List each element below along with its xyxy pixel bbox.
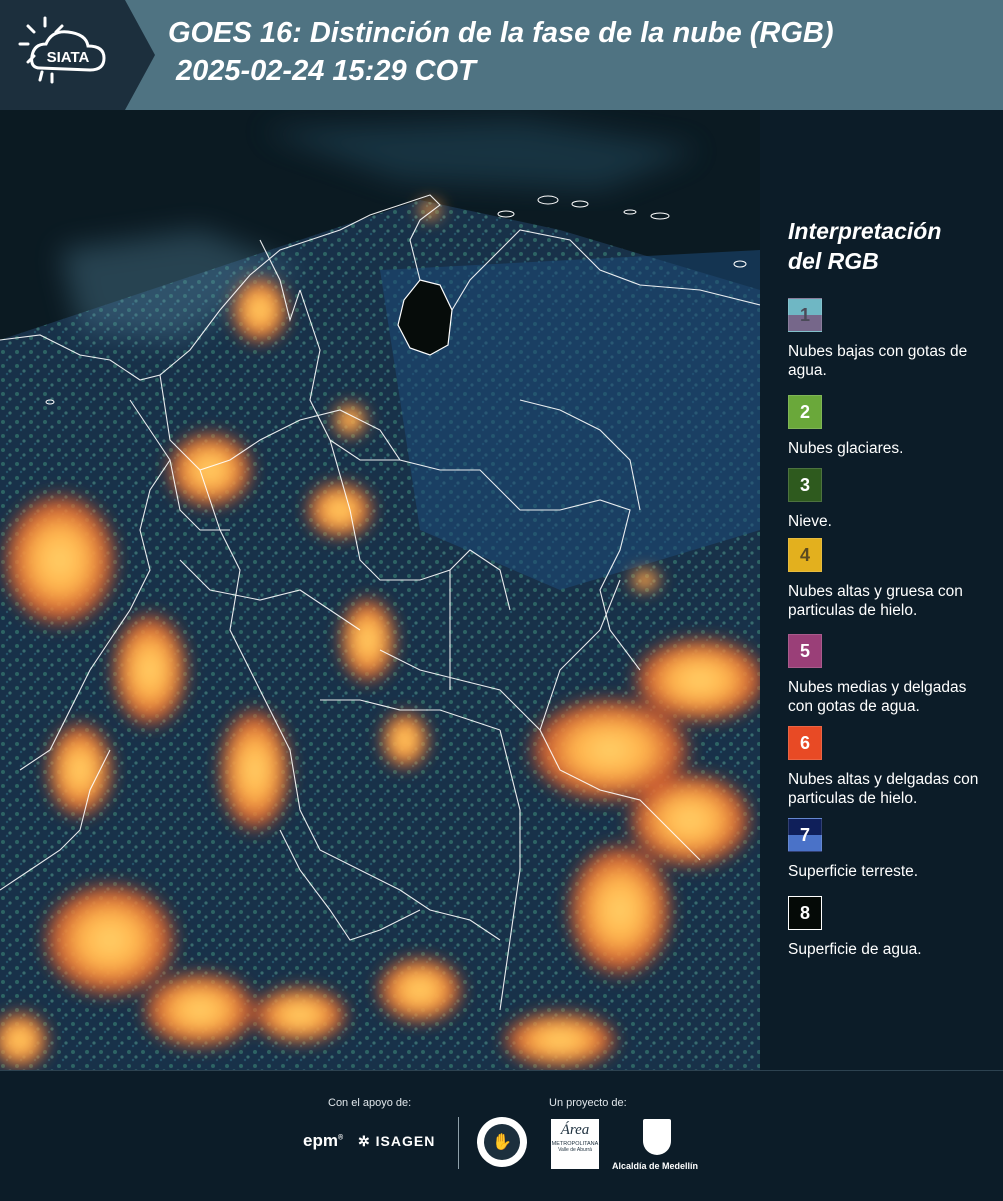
legend-label-3: Nieve. <box>788 513 832 530</box>
legend-title: Interpretación del RGB <box>788 216 941 276</box>
epm-logo-text: epm <box>303 1131 338 1150</box>
legend-swatch-7: 7 <box>788 818 822 852</box>
legend-number-2: 2 <box>799 401 810 422</box>
isagen-logo: ✲ ISAGEN <box>358 1133 435 1150</box>
legend-item-3: 3 Nieve. <box>788 468 988 531</box>
university-seal-icon: ✋ <box>477 1117 527 1167</box>
legend-swatch-6: 6 <box>788 726 822 760</box>
support-label: Con el apoyo de: <box>328 1097 412 1109</box>
legend-number-4: 4 <box>799 544 810 565</box>
satellite-image <box>0 110 760 1070</box>
legend-swatch-4: 4 <box>788 538 822 572</box>
title-line-datetime: 2025-02-24 15:29 COT <box>176 55 476 87</box>
alcaldia-logo-text: Alcaldía de Medellín <box>612 1161 699 1171</box>
legend-swatch-3: 3 <box>788 468 822 502</box>
siata-logo: SIATA <box>0 0 155 110</box>
legend-number-1: 1 <box>799 304 810 325</box>
metro-logo-region: Valle de Aburrá <box>558 1147 592 1153</box>
legend-number-8: 8 <box>799 902 810 923</box>
header-bar: SIATA GOES 16: Distinción de la fase de … <box>0 0 1003 110</box>
footer-divider <box>458 1117 459 1169</box>
legend-number-3: 3 <box>799 474 810 495</box>
legend-item-2: 2 Nubes glaciares. <box>788 395 988 458</box>
legend-swatch-5: 5 <box>788 634 822 668</box>
legend-title-line2: del RGB <box>788 248 879 274</box>
legend-item-4: 4 Nubes altas y gruesa con particulas de… <box>788 538 988 620</box>
legend-swatch-1: 1 <box>788 298 822 332</box>
alcaldia-shield-icon <box>643 1119 671 1155</box>
legend-swatch-8: 8 <box>788 896 822 930</box>
title-line-product: GOES 16: Distinción de la fase de la nub… <box>168 17 834 49</box>
page-title: GOES 16: Distinción de la fase de la nub… <box>168 14 834 90</box>
metro-logo-title: Área <box>560 1122 590 1138</box>
isagen-star-icon: ✲ <box>358 1133 371 1149</box>
project-label: Un proyecto de: <box>549 1097 627 1109</box>
legend-label-6: Nubes altas y delgadas con particulas de… <box>788 771 979 807</box>
legend-item-5: 5 Nubes medias y delgadas con gotas de a… <box>788 634 988 716</box>
legend-item-6: 6 Nubes altas y delgadas con particulas … <box>788 726 988 808</box>
legend-label-7: Superficie terreste. <box>788 863 919 880</box>
epm-logo: epm® <box>303 1131 344 1150</box>
legend-label-2: Nubes glaciares. <box>788 440 904 457</box>
legend-label-1: Nubes bajas con gotas de agua. <box>788 343 968 379</box>
legend-title-line1: Interpretación <box>788 218 942 244</box>
area-metropolitana-logo: Área METROPOLITANA Valle de Aburrá <box>551 1119 599 1169</box>
legend-item-1: 1 Nubes bajas con gotas de agua. <box>788 298 988 380</box>
legend-label-4: Nubes altas y gruesa con particulas de h… <box>788 583 963 619</box>
legend-item-7: 7 Superficie terreste. <box>788 818 988 881</box>
legend-swatch-2: 2 <box>788 395 822 429</box>
legend-item-8: 8 Superficie de agua. <box>788 896 988 959</box>
legend-number-5: 5 <box>799 640 810 661</box>
legend-number-7: 7 <box>799 824 810 845</box>
isagen-logo-text: ISAGEN <box>375 1133 436 1149</box>
satellite-rgb-render <box>0 110 760 1070</box>
footer: Con el apoyo de: Un proyecto de: epm® ✲ … <box>0 1070 1003 1201</box>
legend-number-6: 6 <box>799 732 810 753</box>
legend-panel: Interpretación del RGB 1 Nubes bajas con… <box>760 110 1003 1070</box>
siata-logo-text: SIATA <box>47 49 90 66</box>
legend-label-8: Superficie de agua. <box>788 941 922 958</box>
legend-label-5: Nubes medias y delgadas con gotas de agu… <box>788 679 967 715</box>
